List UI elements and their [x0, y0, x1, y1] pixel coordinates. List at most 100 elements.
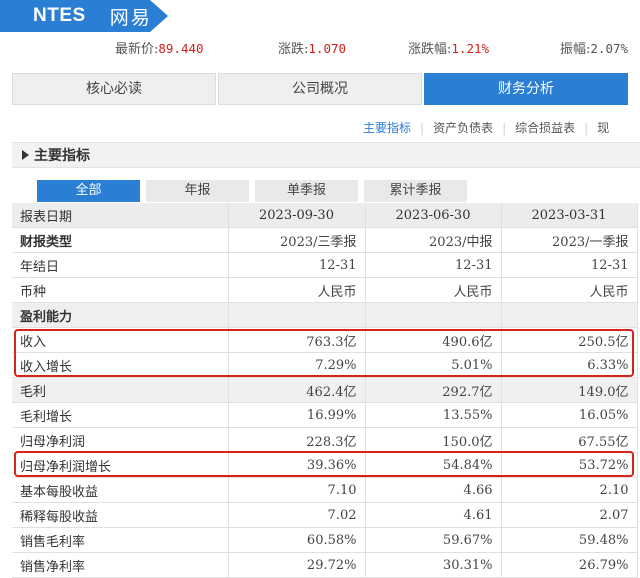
row-value: 5.01%: [365, 352, 502, 378]
caret-right-icon: [22, 150, 29, 160]
row-value: 54.84%: [365, 452, 502, 478]
row-value: 7.10: [228, 477, 366, 503]
divider: |: [502, 121, 507, 135]
table-row: 销售净利率 29.72% 30.31% 26.79%: [12, 552, 638, 578]
row-label: 毛利增长: [12, 402, 229, 428]
tab-company-overview[interactable]: 公司概况: [218, 73, 422, 105]
row-value: 人民币: [228, 277, 366, 303]
quote-last-price-value: 89.440: [158, 41, 204, 56]
table-row: 收入 763.3亿 490.6亿 250.5亿: [12, 327, 638, 353]
row-label: 币种: [12, 277, 229, 303]
row-value: 30.31%: [365, 552, 502, 578]
row-value: 12-31: [501, 252, 638, 278]
row-value: 4.66: [365, 477, 502, 503]
row-value: 12-31: [228, 252, 366, 278]
stock-banner: NTES 网易: [0, 0, 168, 32]
sub-nav: 主要指标 | 资产负债表 | 综合损益表 | 现: [363, 119, 609, 135]
row-value: 2023/三季报: [228, 227, 366, 253]
row-value: 763.3亿: [228, 327, 366, 353]
row-label: 毛利: [12, 377, 229, 403]
row-value: 16.99%: [228, 402, 366, 428]
row-label: 基本每股收益: [12, 477, 229, 503]
row-value: 292.7亿: [365, 377, 502, 403]
sub-link-cashflow[interactable]: 现: [597, 121, 609, 135]
row-value: 人民币: [501, 277, 638, 303]
row-value: 4.61: [365, 502, 502, 528]
divider: |: [420, 121, 425, 135]
divider: |: [584, 121, 589, 135]
sub-link-balance-sheet[interactable]: 资产负债表: [433, 121, 493, 135]
row-value: 26.79%: [501, 552, 638, 578]
row-label: 销售净利率: [12, 552, 229, 578]
period-tab-cumulative-quarter[interactable]: 累计季报: [364, 180, 467, 202]
row-value: 7.29%: [228, 352, 366, 378]
row-value: 29.72%: [228, 552, 366, 578]
section-title: 主要指标: [34, 148, 90, 164]
quote-amplitude: 振幅:2.07%: [560, 41, 629, 57]
table-row: 基本每股收益 7.10 4.66 2.10: [12, 477, 638, 503]
table-row: 币种 人民币 人民币 人民币: [12, 277, 638, 303]
quote-change-pct: 涨跌幅:1.21%: [408, 41, 490, 57]
row-label: 稀释每股收益: [12, 502, 229, 528]
quote-bar: 最新价:89.440 涨跌:1.070 涨跌幅:1.21% 振幅:2.07%: [0, 38, 640, 58]
table-row: 归母净利润增长 39.36% 54.84% 53.72%: [12, 452, 638, 478]
tab-financial-analysis[interactable]: 财务分析: [424, 73, 628, 105]
row-value: 67.55亿: [501, 427, 638, 453]
table-row: 销售毛利率 60.58% 59.67% 59.48%: [12, 527, 638, 553]
row-value: 6.33%: [501, 352, 638, 378]
row-value: 490.6亿: [365, 327, 502, 353]
table-row: 毛利增长 16.99% 13.55% 16.05%: [12, 402, 638, 428]
stock-code: NTES: [33, 5, 86, 26]
row-value: 250.5亿: [501, 327, 638, 353]
row-value: 59.67%: [365, 527, 502, 553]
row-label: 盈利能力: [12, 302, 229, 328]
row-value: 7.02: [228, 502, 366, 528]
main-tabs: 核心必读 公司概况 财务分析: [12, 73, 640, 105]
header-period: 2023-06-30: [365, 203, 502, 228]
row-value: 462.4亿: [228, 377, 366, 403]
row-label: 财报类型: [12, 227, 229, 253]
table-row: 稀释每股收益 7.02 4.61 2.07: [12, 502, 638, 528]
row-value: 59.48%: [501, 527, 638, 553]
row-value: 2.10: [501, 477, 638, 503]
quote-last-price: 最新价:89.440: [115, 41, 204, 57]
header-period: 2023-03-31: [501, 203, 638, 228]
table-row: 盈利能力: [12, 302, 638, 328]
row-label: 收入: [12, 327, 229, 353]
table-row: 毛利 462.4亿 292.7亿 149.0亿: [12, 377, 638, 403]
period-tab-single-quarter[interactable]: 单季报: [255, 180, 358, 202]
row-label: 收入增长: [12, 352, 229, 378]
row-value: 60.58%: [228, 527, 366, 553]
row-label: 归母净利润增长: [12, 452, 229, 478]
table-row: 年结日 12-31 12-31 12-31: [12, 252, 638, 278]
section-header[interactable]: 主要指标: [12, 142, 640, 168]
period-tab-annual[interactable]: 年报: [146, 180, 249, 202]
sub-link-income-statement[interactable]: 综合损益表: [515, 121, 575, 135]
row-value: 2.07: [501, 502, 638, 528]
period-tab-all[interactable]: 全部: [37, 180, 140, 202]
row-value: [501, 302, 638, 328]
sub-link-key-indicators[interactable]: 主要指标: [363, 121, 411, 135]
row-value: [228, 302, 366, 328]
row-value: [365, 302, 502, 328]
header-period: 2023-09-30: [228, 203, 366, 228]
table-row: 归母净利润 228.3亿 150.0亿 67.55亿: [12, 427, 638, 453]
table-header-row: 报表日期 2023-09-30 2023-06-30 2023-03-31: [12, 203, 638, 228]
row-value: 人民币: [365, 277, 502, 303]
financial-table: 报表日期 2023-09-30 2023-06-30 2023-03-31 财报…: [12, 203, 638, 578]
row-value: 39.36%: [228, 452, 366, 478]
table-row: 财报类型 2023/三季报 2023/中报 2023/一季报: [12, 227, 638, 253]
stock-name: 网易: [109, 6, 152, 29]
row-value: 2023/中报: [365, 227, 502, 253]
row-value: 12-31: [365, 252, 502, 278]
row-label: 销售毛利率: [12, 527, 229, 553]
quote-change-value: 1.070: [308, 41, 347, 56]
row-value: 150.0亿: [365, 427, 502, 453]
row-value: 2023/一季报: [501, 227, 638, 253]
tab-core-reading[interactable]: 核心必读: [12, 73, 216, 105]
quote-change: 涨跌:1.070: [278, 41, 347, 57]
row-value: 228.3亿: [228, 427, 366, 453]
row-label: 年结日: [12, 252, 229, 278]
row-label: 归母净利润: [12, 427, 229, 453]
header-report-date: 报表日期: [12, 203, 229, 228]
